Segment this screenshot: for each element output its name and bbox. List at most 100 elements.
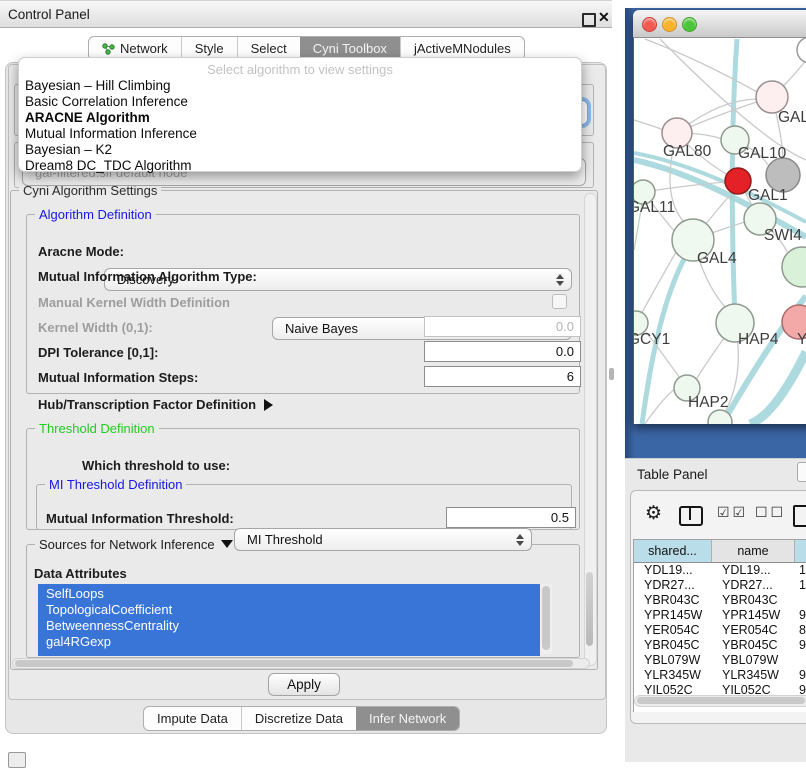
data-attribute-option[interactable]: BetweennessCentrality bbox=[38, 618, 540, 634]
mac-minimize-button[interactable] bbox=[662, 17, 677, 32]
algorithm-option[interactable]: ARACNE Algorithm bbox=[19, 110, 581, 126]
panel-splitter-handle[interactable] bbox=[609, 368, 614, 380]
algorithm-option[interactable]: Dream8 DC_TDC Algorithm bbox=[19, 158, 581, 174]
mi-steps-input[interactable]: 6 bbox=[424, 366, 581, 387]
tab-impute-data[interactable]: Impute Data bbox=[144, 707, 241, 730]
manual-kernel-label: Manual Kernel Width Definition bbox=[38, 295, 230, 310]
data-attribute-option[interactable]: SelfLoops bbox=[38, 586, 540, 602]
which-threshold-label: Which threshold to use: bbox=[82, 458, 230, 473]
settings-vertical-scrollbar[interactable] bbox=[584, 193, 597, 666]
algorithm-option[interactable]: Mutual Information Inference bbox=[19, 126, 581, 142]
network-canvas[interactable]: GALGAL80GAL10GAL1SWI4GAL11GAL4GCY1HAP4YH… bbox=[634, 38, 806, 424]
data-attributes-label: Data Attributes bbox=[34, 566, 127, 581]
table-column-header[interactable]: name bbox=[712, 540, 795, 562]
table-cell[interactable]: YLR345W bbox=[712, 668, 795, 683]
table-cell[interactable]: YBL079W bbox=[634, 653, 712, 668]
network-node[interactable] bbox=[782, 247, 806, 287]
algorithm-option-list: Bayesian – Hill ClimbingBasic Correlatio… bbox=[19, 78, 581, 174]
settings-horizontal-scrollbar[interactable] bbox=[12, 658, 590, 669]
table-row[interactable]: YPR145WYPR145W9. bbox=[634, 608, 806, 623]
mi-steps-label: Mutual Information Steps: bbox=[38, 370, 198, 385]
select-all-checkboxes-icon[interactable]: ☑☑ bbox=[717, 504, 748, 521]
table-cell[interactable] bbox=[795, 593, 806, 608]
table-column-header[interactable]: A bbox=[795, 540, 806, 562]
data-attributes-list[interactable]: SelfLoopsTopologicalCoefficientBetweenne… bbox=[38, 584, 540, 656]
mi-threshold-input[interactable]: 0.5 bbox=[446, 507, 576, 528]
dpi-tolerance-label: DPI Tolerance [0,1]: bbox=[38, 345, 158, 360]
network-canvas-frame: GALGAL80GAL10GAL1SWI4GAL11GAL4GCY1HAP4YH… bbox=[634, 38, 806, 424]
mi-type-label: Mutual Information Algorithm Type: bbox=[38, 269, 257, 284]
table-cell[interactable]: YDL19... bbox=[634, 563, 712, 578]
table-cell[interactable]: YBR043C bbox=[634, 593, 712, 608]
node-label: GAL1 bbox=[748, 187, 788, 204]
table-cell[interactable]: YER054C bbox=[634, 623, 712, 638]
table-cell[interactable]: 12 bbox=[795, 578, 806, 593]
sources-group-title[interactable]: Sources for Network Inference bbox=[35, 537, 237, 552]
table-row[interactable]: YDR27...YDR27...12 bbox=[634, 578, 806, 593]
column-visibility-icon[interactable] bbox=[679, 506, 703, 526]
data-attribute-option[interactable]: gal4RGexp bbox=[38, 634, 540, 650]
table-cell[interactable]: YPR145W bbox=[634, 608, 712, 623]
table-cell[interactable]: YDL19... bbox=[712, 563, 795, 578]
tab-discretize-data[interactable]: Discretize Data bbox=[241, 707, 356, 730]
algorithm-option[interactable]: Bayesian – Hill Climbing bbox=[19, 78, 581, 94]
algorithm-option[interactable]: Bayesian – K2 bbox=[19, 142, 581, 158]
table-row[interactable]: YER054CYER054C8. bbox=[634, 623, 806, 638]
table-column-header[interactable]: shared... bbox=[634, 540, 712, 562]
network-edge bbox=[634, 120, 664, 130]
deselect-all-checkboxes-icon[interactable]: ☐☐ bbox=[755, 504, 786, 521]
table-cell[interactable]: 8. bbox=[795, 623, 806, 638]
combo-stepper-icon bbox=[516, 534, 524, 546]
table-hscroll-thumb[interactable] bbox=[637, 697, 805, 704]
table-cell[interactable]: YER054C bbox=[712, 623, 795, 638]
which-threshold-combobox[interactable]: MI Threshold bbox=[234, 528, 532, 551]
attributes-scroll-thumb[interactable] bbox=[542, 586, 550, 650]
node-label: Y bbox=[797, 331, 806, 348]
table-row[interactable]: YDL19...YDL19...13 bbox=[634, 563, 806, 578]
table-cell[interactable]: YBR045C bbox=[712, 638, 795, 653]
table-horizontal-scrollbar[interactable] bbox=[634, 695, 806, 707]
network-icon bbox=[102, 42, 115, 55]
algorithm-definition-title: Algorithm Definition bbox=[35, 207, 156, 222]
settings-scroll-thumb[interactable] bbox=[586, 572, 593, 646]
collapse-arrow-icon bbox=[221, 540, 233, 548]
apply-button[interactable]: Apply bbox=[268, 673, 340, 696]
table-row[interactable]: YBR043CYBR043C bbox=[634, 593, 806, 608]
table-cell[interactable]: 9. bbox=[795, 668, 806, 683]
table-cell[interactable]: YBR045C bbox=[634, 638, 712, 653]
close-icon[interactable]: ✕ bbox=[598, 9, 610, 26]
table-cell[interactable]: 9. bbox=[795, 638, 806, 653]
table-cell[interactable]: 9. bbox=[795, 608, 806, 623]
algorithm-option[interactable]: Basic Correlation Inference bbox=[19, 94, 581, 110]
network-node[interactable] bbox=[797, 38, 806, 63]
table-cell[interactable]: 13 bbox=[795, 563, 806, 578]
network-window-titlebar[interactable] bbox=[633, 10, 806, 38]
table-cell[interactable]: YDR27... bbox=[634, 578, 712, 593]
table-export-icon[interactable] bbox=[793, 505, 806, 527]
table-cell[interactable] bbox=[795, 653, 806, 668]
table-cell[interactable]: YPR145W bbox=[712, 608, 795, 623]
popup-placeholder: Select algorithm to view settings bbox=[19, 61, 581, 78]
tab-infer-network[interactable]: Infer Network bbox=[356, 707, 459, 730]
table-row[interactable]: YLR345WYLR345W9. bbox=[634, 668, 806, 683]
table-cell[interactable]: YBL079W bbox=[712, 653, 795, 668]
bottom-left-partial-icon[interactable] bbox=[8, 752, 26, 768]
network-edge bbox=[645, 39, 757, 92]
hscroll-thumb[interactable] bbox=[15, 660, 573, 667]
hub-definition-expander[interactable]: Hub/Transcription Factor Definition bbox=[38, 396, 273, 414]
attributes-scrollbar[interactable] bbox=[540, 584, 552, 654]
table-cell[interactable]: YDR27... bbox=[712, 578, 795, 593]
table-row[interactable]: YBL079WYBL079W bbox=[634, 653, 806, 668]
table-cell[interactable]: YLR345W bbox=[634, 668, 712, 683]
table-cell[interactable]: YBR043C bbox=[712, 593, 795, 608]
data-attribute-option[interactable]: TopologicalCoefficient bbox=[38, 602, 540, 618]
kernel-width-input[interactable]: 0.0 bbox=[424, 316, 581, 337]
gear-icon[interactable]: ⚙ bbox=[645, 504, 662, 523]
manual-kernel-checkbox[interactable] bbox=[552, 294, 567, 309]
float-window-icon[interactable] bbox=[582, 13, 596, 27]
table-row[interactable]: YBR045CYBR045C9. bbox=[634, 638, 806, 653]
mac-close-button[interactable] bbox=[642, 17, 657, 32]
dpi-tolerance-input[interactable]: 0.0 bbox=[424, 341, 581, 362]
node-label: GCY1 bbox=[634, 331, 670, 348]
mac-zoom-button[interactable] bbox=[682, 17, 697, 32]
